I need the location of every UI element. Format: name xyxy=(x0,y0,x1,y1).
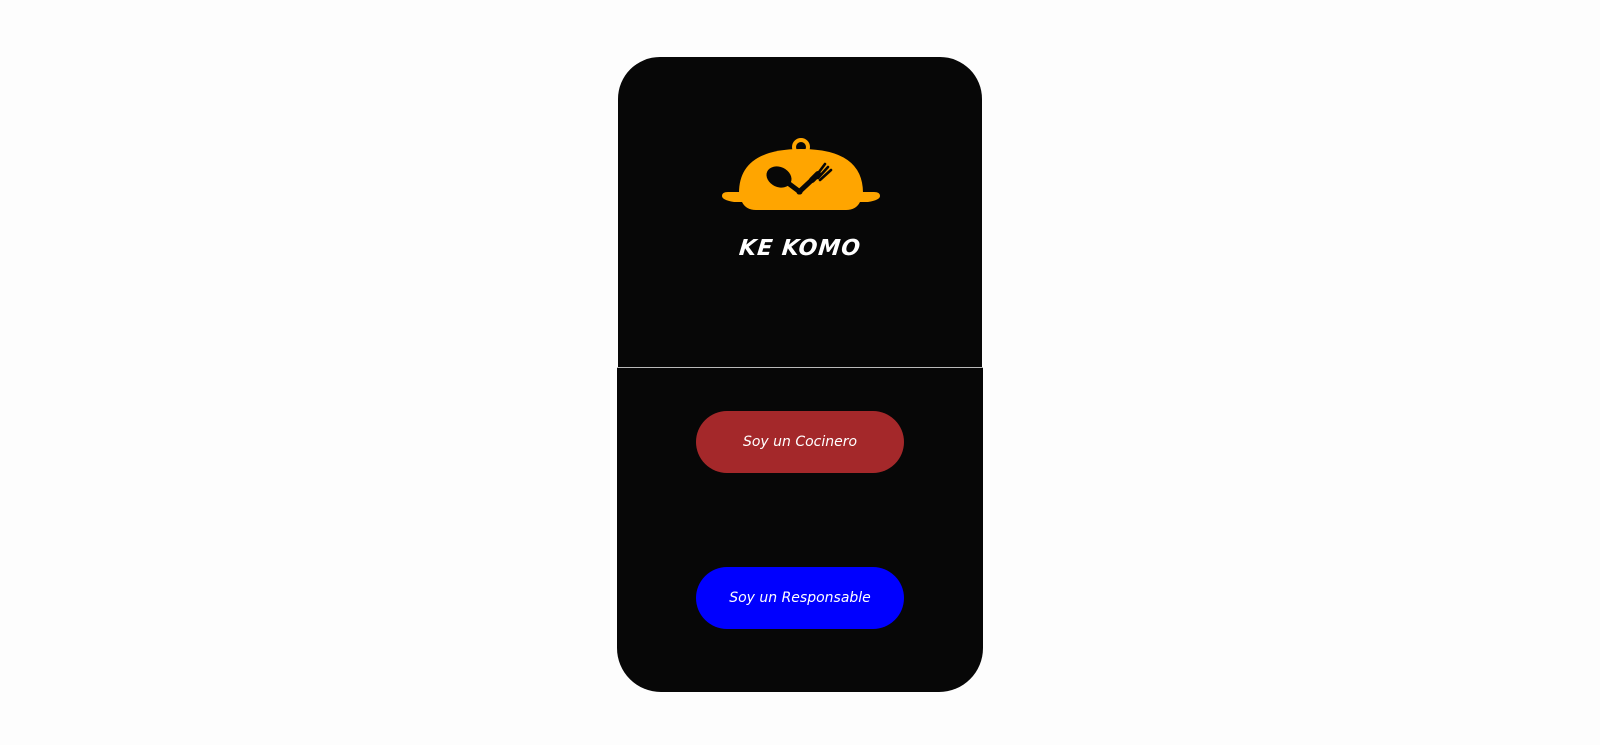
brand-name: KE KOMO xyxy=(737,236,863,261)
cloche-dome xyxy=(739,149,863,193)
food-cloche-icon xyxy=(722,138,880,210)
cook-role-button[interactable]: Soy un Cocinero xyxy=(696,411,904,473)
responsible-role-button[interactable]: Soy un Responsable xyxy=(696,567,904,629)
cloche-tray xyxy=(722,192,880,210)
